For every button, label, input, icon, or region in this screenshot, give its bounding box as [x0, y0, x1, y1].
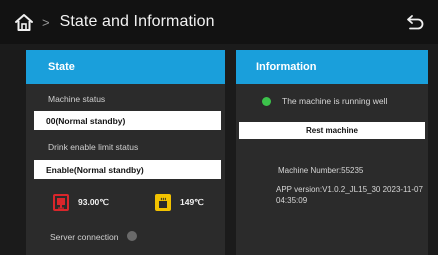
- breadcrumb-chevron-icon: >: [42, 14, 50, 30]
- back-arrow-icon[interactable]: [404, 12, 426, 32]
- boiler-temperature-value: 93.00℃: [78, 197, 109, 207]
- machine-number: Machine Number:55235: [278, 166, 364, 175]
- machine-status-value: 00(Normal standby): [34, 111, 221, 130]
- boiler-temperature-icon: [53, 194, 69, 211]
- running-status-text: The machine is running well: [282, 96, 388, 106]
- state-panel-header: State: [26, 50, 225, 84]
- server-connection-label: Server connection: [50, 232, 119, 242]
- drink-limit-value: Enable(Normal standby): [34, 160, 221, 179]
- boiler-temperature: 93.00℃: [53, 194, 109, 211]
- page-title: State and Information: [59, 13, 215, 30]
- server-status-dot: [127, 231, 137, 241]
- machine-status-label: Machine status: [48, 94, 106, 104]
- steam-temperature-icon: [155, 194, 171, 211]
- home-icon[interactable]: [13, 11, 35, 33]
- state-panel: State Machine status 00(Normal standby) …: [26, 50, 225, 255]
- app-version: APP version:V1.0.2_JL15_30 2023-11-07 04…: [276, 185, 423, 205]
- running-status-dot: [262, 97, 271, 106]
- drink-limit-label: Drink enable limit status: [48, 142, 139, 152]
- information-panel-header: Information: [236, 50, 428, 84]
- information-panel: Information The machine is running well …: [236, 50, 428, 255]
- steam-temperature-value: 149℃: [180, 197, 204, 207]
- restart-machine-button[interactable]: Rest machine: [239, 122, 425, 139]
- steam-temperature: 149℃: [155, 194, 204, 211]
- top-bar: > State and Information: [0, 0, 438, 44]
